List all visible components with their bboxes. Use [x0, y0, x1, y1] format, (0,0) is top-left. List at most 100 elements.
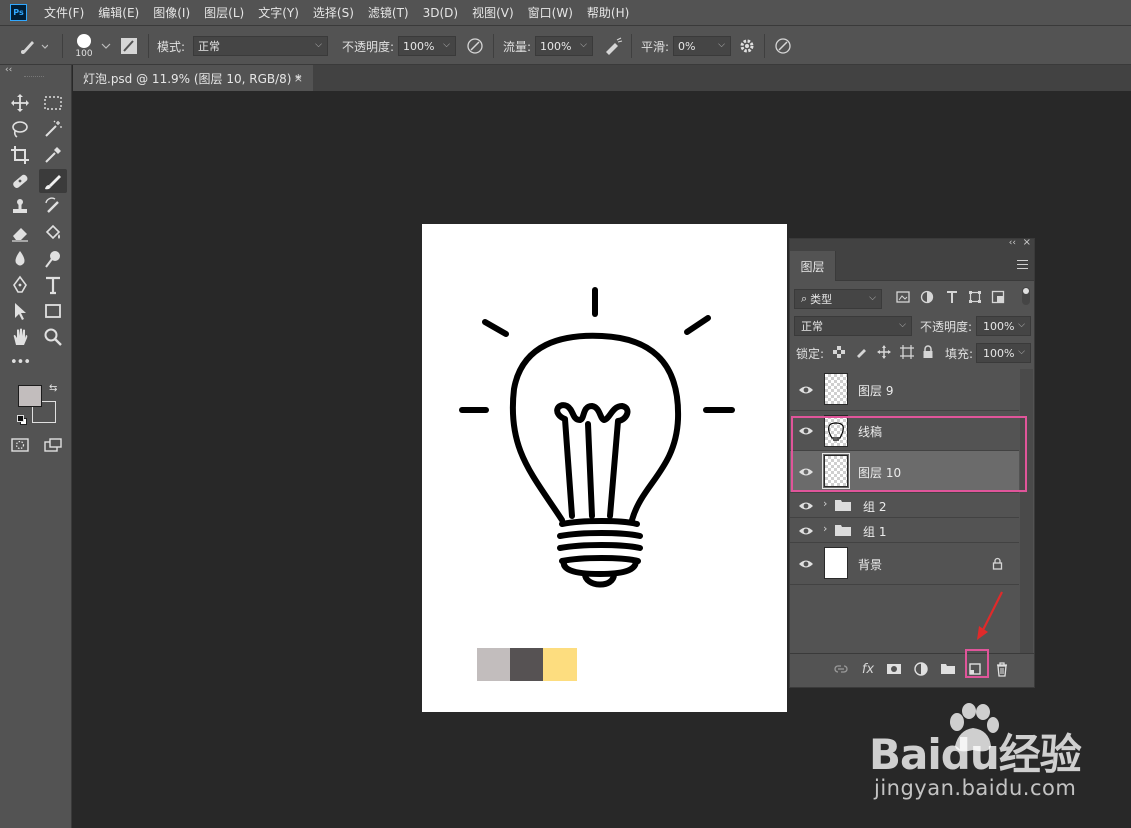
- marquee-tool[interactable]: [39, 91, 67, 115]
- menu-edit[interactable]: 编辑(E): [98, 4, 139, 21]
- pressure-size-toggle[interactable]: [774, 26, 792, 66]
- lock-transparent-pixels-icon[interactable]: [833, 346, 845, 358]
- tab-layers[interactable]: 图层: [790, 251, 836, 281]
- adjustment-layer-icon[interactable]: [913, 661, 929, 677]
- filter-smart-object-icon[interactable]: [991, 290, 1005, 304]
- type-tool[interactable]: [39, 273, 67, 297]
- move-tool[interactable]: [6, 91, 34, 115]
- lock-all-icon[interactable]: [922, 345, 934, 359]
- filter-toggle[interactable]: [1022, 287, 1030, 305]
- blur-tool[interactable]: [6, 247, 34, 271]
- default-colors-icon[interactable]: [17, 415, 27, 425]
- brush-size-dropdown[interactable]: [100, 26, 112, 66]
- photoshop-logo[interactable]: Ps: [10, 4, 27, 21]
- eye-icon[interactable]: [798, 498, 814, 514]
- layer-opacity-input[interactable]: 100% ⌵: [976, 316, 1031, 336]
- menu-bar: Ps 文件(F) 编辑(E) 图像(I) 图层(L) 文字(Y) 选择(S) 滤…: [0, 0, 1131, 25]
- menu-file[interactable]: 文件(F): [44, 4, 84, 21]
- layer-list-scrollbar[interactable]: [1020, 369, 1033, 654]
- toolbar-grip[interactable]: [24, 76, 44, 78]
- smoothing-input[interactable]: 0% ⌵: [673, 36, 731, 56]
- layer-row-layer-9[interactable]: 图层 9: [790, 369, 1019, 411]
- quick-mask-button[interactable]: [6, 433, 34, 457]
- collapse-toolbar-button[interactable]: ‹‹: [5, 65, 12, 75]
- layer-row-group-2[interactable]: › 组 2: [790, 493, 1019, 518]
- menu-3d[interactable]: 3D(D): [423, 6, 458, 20]
- chevron-right-icon[interactable]: ›: [823, 497, 827, 510]
- close-icon[interactable]: ×: [294, 72, 303, 85]
- menu-select[interactable]: 选择(S): [313, 4, 354, 21]
- panel-menu-icon[interactable]: [1017, 260, 1028, 269]
- type-icon: [46, 276, 60, 295]
- magic-wand-tool[interactable]: [39, 117, 67, 141]
- menu-filter[interactable]: 滤镜(T): [368, 4, 409, 21]
- crop-tool[interactable]: [6, 143, 34, 167]
- collapse-panel-icon[interactable]: ‹‹: [1009, 238, 1016, 248]
- brush-icon: [45, 175, 61, 190]
- canvas-document[interactable]: [422, 224, 787, 712]
- edit-toolbar-button[interactable]: •••: [10, 355, 31, 370]
- menu-type[interactable]: 文字(Y): [258, 4, 299, 21]
- swap-colors-icon[interactable]: ⇆: [49, 383, 57, 394]
- filter-adjustment-icon[interactable]: [920, 290, 934, 304]
- chevron-right-icon[interactable]: ›: [823, 522, 827, 535]
- fx-icon[interactable]: fx: [860, 661, 876, 677]
- color-swatch-dark: [510, 648, 544, 681]
- hand-tool[interactable]: [6, 325, 34, 349]
- eye-icon[interactable]: [798, 556, 814, 572]
- opacity-input[interactable]: 100% ⌵: [398, 36, 456, 56]
- rectangle-tool[interactable]: [39, 299, 67, 323]
- blend-mode-select[interactable]: 正常 ⌵: [794, 316, 912, 336]
- brush-settings-toggle[interactable]: [120, 26, 138, 66]
- smoothing-options-button[interactable]: [738, 26, 756, 66]
- path-selection-tool[interactable]: [6, 299, 34, 323]
- filter-pixel-icon[interactable]: [896, 290, 910, 304]
- flow-input[interactable]: 100% ⌵: [535, 36, 593, 56]
- pen-tool[interactable]: [6, 273, 34, 297]
- eyedropper-tool[interactable]: [39, 143, 67, 167]
- link-layers-icon[interactable]: [833, 661, 849, 677]
- brush-tool[interactable]: [39, 169, 67, 193]
- lasso-tool[interactable]: [6, 117, 34, 141]
- layer-row-group-1[interactable]: › 组 1: [790, 518, 1019, 543]
- eraser-tool[interactable]: [6, 221, 34, 245]
- fill-input[interactable]: 100% ⌵: [976, 343, 1031, 363]
- brush-size-picker[interactable]: 100: [74, 26, 94, 66]
- filter-type-icon[interactable]: [945, 290, 959, 304]
- history-brush-tool[interactable]: [39, 195, 67, 219]
- new-group-icon[interactable]: [940, 661, 956, 677]
- airbrush-toggle[interactable]: [603, 26, 623, 66]
- filter-shape-icon[interactable]: [968, 290, 982, 304]
- close-panel-icon[interactable]: ×: [1023, 237, 1031, 248]
- layer-row-background[interactable]: 背景: [790, 543, 1019, 585]
- lock-position-icon[interactable]: [877, 345, 891, 359]
- mode-select[interactable]: 正常 ⌵: [193, 36, 328, 56]
- blend-mode-value: 正常: [801, 320, 823, 333]
- menu-window[interactable]: 窗口(W): [528, 4, 573, 21]
- paint-bucket-tool[interactable]: [39, 221, 67, 245]
- healing-brush-tool[interactable]: [6, 169, 34, 193]
- lock-image-pixels-icon[interactable]: [855, 346, 867, 358]
- layer-filter-select[interactable]: ⌕ 类型 ⌵: [794, 289, 882, 309]
- add-mask-icon[interactable]: [886, 661, 902, 677]
- chevron-down-icon: ⌵: [443, 40, 450, 50]
- menu-view[interactable]: 视图(V): [472, 4, 514, 21]
- document-tab-bar: 灯泡.psd @ 11.9% (图层 10, RGB/8) * ×: [73, 65, 1131, 91]
- menu-help[interactable]: 帮助(H): [587, 4, 629, 21]
- menu-image[interactable]: 图像(I): [153, 4, 190, 21]
- trash-icon[interactable]: [994, 661, 1010, 677]
- tool-preset-picker[interactable]: [18, 26, 48, 66]
- highlight-new-layer-button: [965, 649, 989, 678]
- foreground-color-swatch[interactable]: [18, 385, 42, 407]
- dodge-tool[interactable]: [39, 247, 67, 271]
- eye-icon[interactable]: [798, 382, 814, 398]
- clone-stamp-tool[interactable]: [6, 195, 34, 219]
- menu-layer[interactable]: 图层(L): [204, 4, 244, 21]
- document-tab[interactable]: 灯泡.psd @ 11.9% (图层 10, RGB/8) * ×: [73, 65, 313, 91]
- lock-artboard-icon[interactable]: [900, 345, 914, 359]
- pressure-opacity-toggle[interactable]: [466, 26, 484, 66]
- eye-icon[interactable]: [798, 523, 814, 539]
- zoom-tool[interactable]: [39, 325, 67, 349]
- eyedropper-icon: [45, 147, 61, 163]
- screen-mode-button[interactable]: [39, 433, 67, 457]
